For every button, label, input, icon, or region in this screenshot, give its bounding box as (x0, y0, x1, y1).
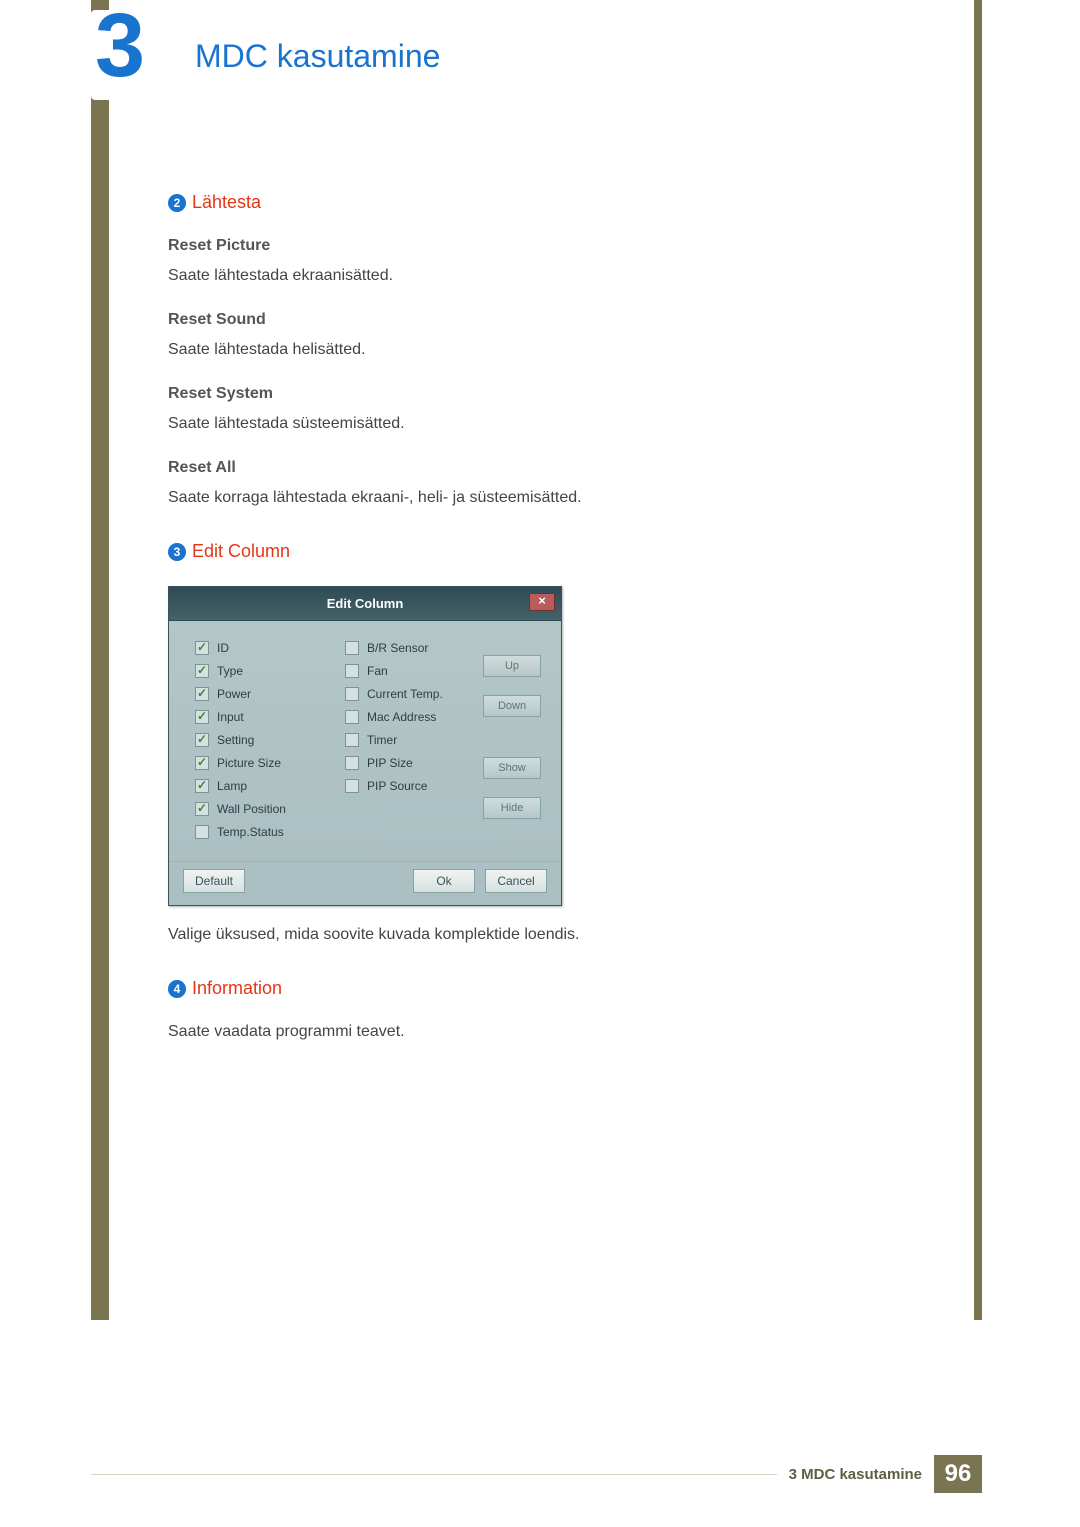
checkbox-pip-size[interactable]: PIP Size (345, 756, 475, 770)
checkbox-current-temp[interactable]: Current Temp. (345, 687, 475, 701)
footer-separator (91, 1474, 777, 1475)
section-number-badge: 4 (168, 980, 186, 998)
checkbox-label: Setting (217, 733, 254, 747)
checkbox-wall-position[interactable]: Wall Position (195, 802, 345, 816)
dialog-footer: Default Ok Cancel (169, 861, 561, 905)
checkbox-br-sensor[interactable]: B/R Sensor (345, 641, 475, 655)
checkbox-label: Lamp (217, 779, 247, 793)
checkbox-id[interactable]: ID (195, 641, 345, 655)
section-heading: 2 Lähtesta (168, 192, 868, 213)
order-buttons-column: Up Down Show Hide (475, 641, 547, 851)
reset-picture-heading: Reset Picture (168, 237, 868, 255)
checkbox-icon (195, 825, 209, 839)
checkbox-icon (345, 733, 359, 747)
dialog-title-bar: Edit Column × (169, 587, 561, 621)
checkbox-label: Mac Address (367, 710, 436, 724)
checkbox-picture-size[interactable]: Picture Size (195, 756, 345, 770)
chapter-number: 3 (95, 0, 145, 98)
reset-system-text: Saate lähtestada süsteemisätted. (168, 415, 868, 433)
checkbox-icon (195, 641, 209, 655)
checkbox-label: Temp.Status (217, 825, 284, 839)
close-icon[interactable]: × (529, 593, 555, 611)
reset-sound-heading: Reset Sound (168, 311, 868, 329)
down-button[interactable]: Down (483, 695, 541, 717)
checkbox-power[interactable]: Power (195, 687, 345, 701)
section-number-badge: 3 (168, 543, 186, 561)
checkbox-setting[interactable]: Setting (195, 733, 345, 747)
page-number: 96 (934, 1455, 982, 1493)
checkbox-icon (345, 756, 359, 770)
show-button[interactable]: Show (483, 757, 541, 779)
checkbox-type[interactable]: Type (195, 664, 345, 678)
checkbox-label: Picture Size (217, 756, 281, 770)
dialog-body: ID Type Power Input Setting Picture Size… (169, 621, 561, 861)
checkbox-icon (195, 733, 209, 747)
reset-all-heading: Reset All (168, 459, 868, 477)
page-accent-left (91, 0, 109, 1320)
section-lahtesta: 2 Lähtesta Reset Picture Saate lähtestada… (168, 192, 868, 507)
section-heading: 3 Edit Column (168, 541, 868, 562)
checkbox-label: Wall Position (217, 802, 286, 816)
hide-button[interactable]: Hide (483, 797, 541, 819)
information-text: Saate vaadata programmi teavet. (168, 1023, 868, 1041)
checkbox-label: B/R Sensor (367, 641, 428, 655)
reset-system-heading: Reset System (168, 385, 868, 403)
edit-column-caption: Valige üksused, mida soovite kuvada komp… (168, 926, 868, 944)
section-information: 4 Information Saate vaadata programmi tea… (168, 978, 868, 1041)
reset-picture-text: Saate lähtestada ekraanisätted. (168, 267, 868, 285)
checkbox-pip-source[interactable]: PIP Source (345, 779, 475, 793)
checkbox-mac-address[interactable]: Mac Address (345, 710, 475, 724)
section-heading: 4 Information (168, 978, 868, 999)
checkbox-temp-status[interactable]: Temp.Status (195, 825, 345, 839)
reset-all-text: Saate korraga lähtestada ekraani-, heli-… (168, 489, 868, 507)
default-button[interactable]: Default (183, 869, 245, 893)
checkbox-icon (195, 779, 209, 793)
page-footer: 3 MDC kasutamine 96 (91, 1455, 982, 1493)
checkbox-icon (195, 802, 209, 816)
ok-button[interactable]: Ok (413, 869, 475, 893)
section-title: Edit Column (192, 541, 290, 561)
checkbox-icon (195, 710, 209, 724)
checkbox-icon (345, 664, 359, 678)
checkbox-label: Type (217, 664, 243, 678)
section-title: Information (192, 978, 282, 998)
chapter-title: MDC kasutamine (195, 38, 440, 75)
dialog-title: Edit Column (327, 596, 404, 611)
checkbox-label: PIP Source (367, 779, 427, 793)
reset-sound-text: Saate lähtestada helisätted. (168, 341, 868, 359)
checkbox-lamp[interactable]: Lamp (195, 779, 345, 793)
checkbox-icon (345, 641, 359, 655)
checkbox-label: Input (217, 710, 244, 724)
checkbox-label: Current Temp. (367, 687, 443, 701)
up-button[interactable]: Up (483, 655, 541, 677)
checkbox-icon (195, 687, 209, 701)
checkbox-timer[interactable]: Timer (345, 733, 475, 747)
cancel-button[interactable]: Cancel (485, 869, 547, 893)
edit-column-dialog: Edit Column × ID Type Power Input Settin… (168, 586, 562, 906)
checkbox-icon (345, 687, 359, 701)
checkbox-icon (345, 710, 359, 724)
section-edit-column: 3 Edit Column Edit Column × ID Type Power… (168, 541, 868, 944)
checkbox-label: Timer (367, 733, 397, 747)
checkbox-icon (345, 779, 359, 793)
checkbox-column-1: ID Type Power Input Setting Picture Size… (195, 641, 345, 851)
checkbox-input[interactable]: Input (195, 710, 345, 724)
footer-label: 3 MDC kasutamine (789, 1466, 922, 1483)
checkbox-icon (195, 756, 209, 770)
checkbox-label: Fan (367, 664, 388, 678)
checkbox-label: Power (217, 687, 251, 701)
checkbox-column-2: B/R Sensor Fan Current Temp. Mac Address… (345, 641, 475, 851)
section-title: Lähtesta (192, 192, 261, 212)
checkbox-fan[interactable]: Fan (345, 664, 475, 678)
page-accent-right (974, 0, 982, 1320)
checkbox-label: ID (217, 641, 229, 655)
section-number-badge: 2 (168, 194, 186, 212)
checkbox-label: PIP Size (367, 756, 413, 770)
checkbox-icon (195, 664, 209, 678)
